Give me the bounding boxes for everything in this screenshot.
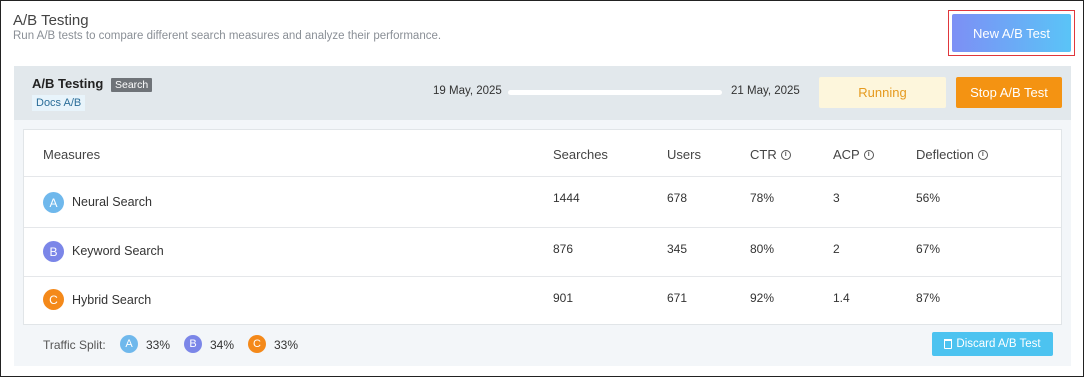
results-table: Measures Searches Users CTR i ACP i Deflec… xyxy=(23,129,1062,325)
new-ab-test-button[interactable]: New A/B Test xyxy=(952,14,1071,52)
ctr-value: 92% xyxy=(750,291,775,305)
table-row: A Neural Search 1444 678 78% 3 56% xyxy=(24,177,1061,227)
deflection-value: 67% xyxy=(916,242,941,256)
traffic-split-label: Traffic Split: xyxy=(43,338,106,352)
measure-badge: C xyxy=(43,289,64,310)
page-subtitle: Run A/B tests to compare different searc… xyxy=(13,30,442,42)
test-type-tag: Search xyxy=(111,78,153,92)
discard-ab-test-button[interactable]: Discard A/B Test xyxy=(932,332,1053,356)
users-value: 345 xyxy=(667,242,688,256)
docs-tag: Docs A/B xyxy=(32,95,86,111)
users-value: 671 xyxy=(667,291,688,305)
acp-value: 3 xyxy=(833,191,840,205)
measure-name: Neural Search xyxy=(72,195,152,209)
measure-name: Hybrid Search xyxy=(72,293,152,307)
column-header-measures: Measures xyxy=(43,147,101,162)
end-date: 21 May, 2025 xyxy=(731,85,800,97)
test-name: A/B Testing xyxy=(32,76,104,91)
discard-label: Discard A/B Test xyxy=(956,338,1041,350)
measure-badge: B xyxy=(43,241,64,262)
column-header-acp: ACP i xyxy=(833,147,874,162)
table-header-row: Measures Searches Users CTR i ACP i Deflec… xyxy=(24,130,1061,177)
acp-value: 2 xyxy=(833,242,840,256)
column-header-searches: Searches xyxy=(553,147,608,162)
split-badge: B xyxy=(184,335,202,353)
column-header-users: Users xyxy=(667,147,701,162)
info-icon[interactable]: i xyxy=(863,149,874,160)
table-row: B Keyword Search 876 345 80% 2 67% xyxy=(24,227,1061,276)
ctr-value: 80% xyxy=(750,242,775,256)
searches-value: 876 xyxy=(553,242,574,256)
new-test-highlight: New A/B Test xyxy=(948,10,1075,56)
measure-name: Keyword Search xyxy=(72,244,164,258)
start-date: 19 May, 2025 xyxy=(433,85,502,97)
split-value: 33% xyxy=(274,338,299,352)
deflection-value: 87% xyxy=(916,291,941,305)
stop-ab-test-button[interactable]: Stop A/B Test xyxy=(956,77,1062,108)
deflection-value: 56% xyxy=(916,191,941,205)
users-value: 678 xyxy=(667,191,688,205)
split-badge: A xyxy=(120,335,138,353)
results-panel: Measures Searches Users CTR i ACP i Deflec… xyxy=(14,120,1071,366)
page-title: A/B Testing xyxy=(13,12,89,29)
ctr-value: 78% xyxy=(750,191,775,205)
table-row: C Hybrid Search 901 671 92% 1.4 87% xyxy=(24,276,1061,325)
split-badge: C xyxy=(248,335,266,353)
acp-value: 1.4 xyxy=(833,291,850,305)
column-header-ctr: CTR i xyxy=(750,147,791,162)
ab-testing-page: A/B Testing Run A/B tests to compare dif… xyxy=(0,0,1084,377)
date-range-track xyxy=(508,90,722,95)
split-value: 34% xyxy=(210,338,235,352)
info-icon[interactable]: i xyxy=(977,149,988,160)
trash-icon xyxy=(944,339,953,349)
column-header-deflection: Deflection i xyxy=(916,147,988,162)
status-badge: Running xyxy=(819,77,946,108)
searches-value: 901 xyxy=(553,291,574,305)
split-value: 33% xyxy=(146,338,171,352)
searches-value: 1444 xyxy=(553,191,580,205)
info-icon[interactable]: i xyxy=(780,149,791,160)
measure-badge: A xyxy=(43,192,64,213)
test-header-bar: A/B Testing Search Docs A/B 19 May, 2025… xyxy=(14,66,1071,120)
